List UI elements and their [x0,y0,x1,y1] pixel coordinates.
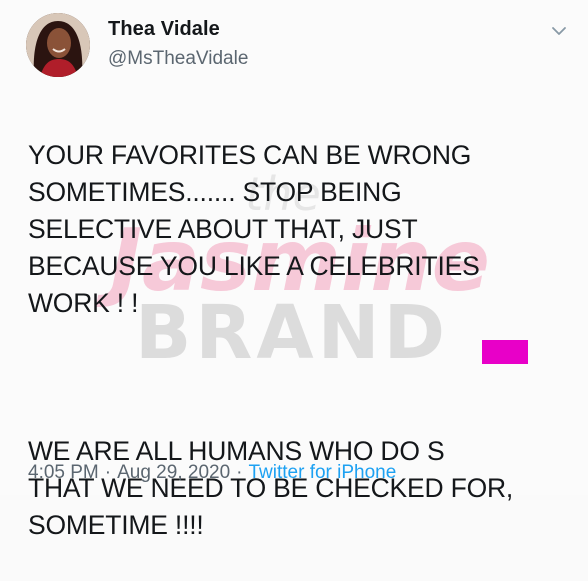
redaction-box [482,340,528,364]
user-handle[interactable]: @MsTheaVidale [108,48,248,70]
tweet-paragraph: YOUR FAVORITES CAN BE WRONG SOMETIMES...… [28,140,480,318]
tweet-paragraph: WE ARE ALL HUMANS WHO DO S THAT WE NEED … [28,436,514,540]
meta-separator: · [236,462,243,483]
tweet-meta: 4:05 PM · Aug 29, 2020 · Twitter for iPhone [28,462,396,484]
tweet-card: Thea Vidale @MsTheaVidale the Jasmine BR… [0,0,588,540]
tweet-time[interactable]: 4:05 PM [28,462,99,483]
tweet-source-link[interactable]: Twitter for iPhone [248,462,396,483]
chevron-down-icon[interactable] [551,24,567,36]
avatar[interactable] [26,13,90,77]
display-name[interactable]: Thea Vidale [108,18,220,41]
avatar-image [26,13,90,77]
meta-separator: · [104,462,112,483]
tweet-date[interactable]: Aug 29, 2020 [117,462,230,483]
